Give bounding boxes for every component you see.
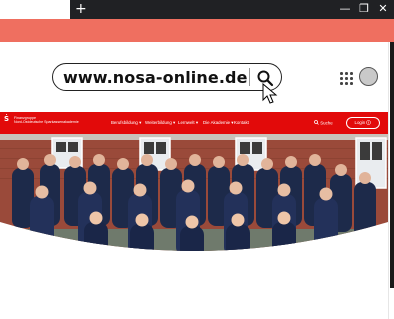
nav-item-kontakt[interactable]: Kontakt (234, 120, 249, 125)
web-page: www.nosa-online.de Ṡ Finanzgruppe Nord-O… (0, 42, 388, 319)
nav-item-berufsbildung[interactable]: Berufsbildung ▾ (111, 120, 141, 126)
brand-line-2: Nord-Ostdeutsche Sparkassenakademie (14, 120, 79, 125)
page-scrollbar[interactable] (388, 42, 394, 319)
minimize-button[interactable]: — (338, 2, 352, 16)
nav-item-akademie[interactable]: Die Akademie ▾ (203, 120, 234, 126)
nav-item-weiterbildung[interactable]: Weiterbildung ▾ (145, 120, 175, 126)
nav-search-label: Suche (320, 120, 333, 126)
hero-group-photo (0, 134, 388, 251)
browser-toolbar (0, 19, 394, 42)
restore-button[interactable]: ❐ (357, 2, 371, 16)
scrollbar-thumb[interactable] (390, 42, 394, 288)
mouse-cursor-icon (262, 83, 278, 104)
url-search-bar[interactable]: www.nosa-online.de (52, 63, 282, 91)
login-label: Login (354, 120, 366, 125)
browser-tab-strip: + — ❐ ✕ (70, 0, 394, 19)
nav-item-lernwelt[interactable]: Lernwelt ▾ (178, 120, 198, 126)
site-navigation: Ṡ Finanzgruppe Nord-Ostdeutsche Sparkass… (0, 112, 388, 134)
close-button[interactable]: ✕ (376, 2, 390, 16)
url-divider (249, 68, 250, 86)
apps-grid-icon[interactable] (340, 72, 354, 86)
login-arrow-icon (366, 119, 372, 125)
brand-text[interactable]: Finanzgruppe Nord-Ostdeutsche Sparkassen… (14, 116, 79, 124)
nav-search[interactable]: Suche (314, 120, 333, 126)
sparkasse-logo-icon: Ṡ (4, 115, 10, 123)
search-icon (314, 120, 319, 125)
new-tab-button[interactable]: + (75, 1, 87, 17)
url-text: www.nosa-online.de (63, 68, 248, 87)
avatar-icon[interactable] (359, 67, 378, 86)
login-button[interactable]: Login (346, 117, 380, 129)
